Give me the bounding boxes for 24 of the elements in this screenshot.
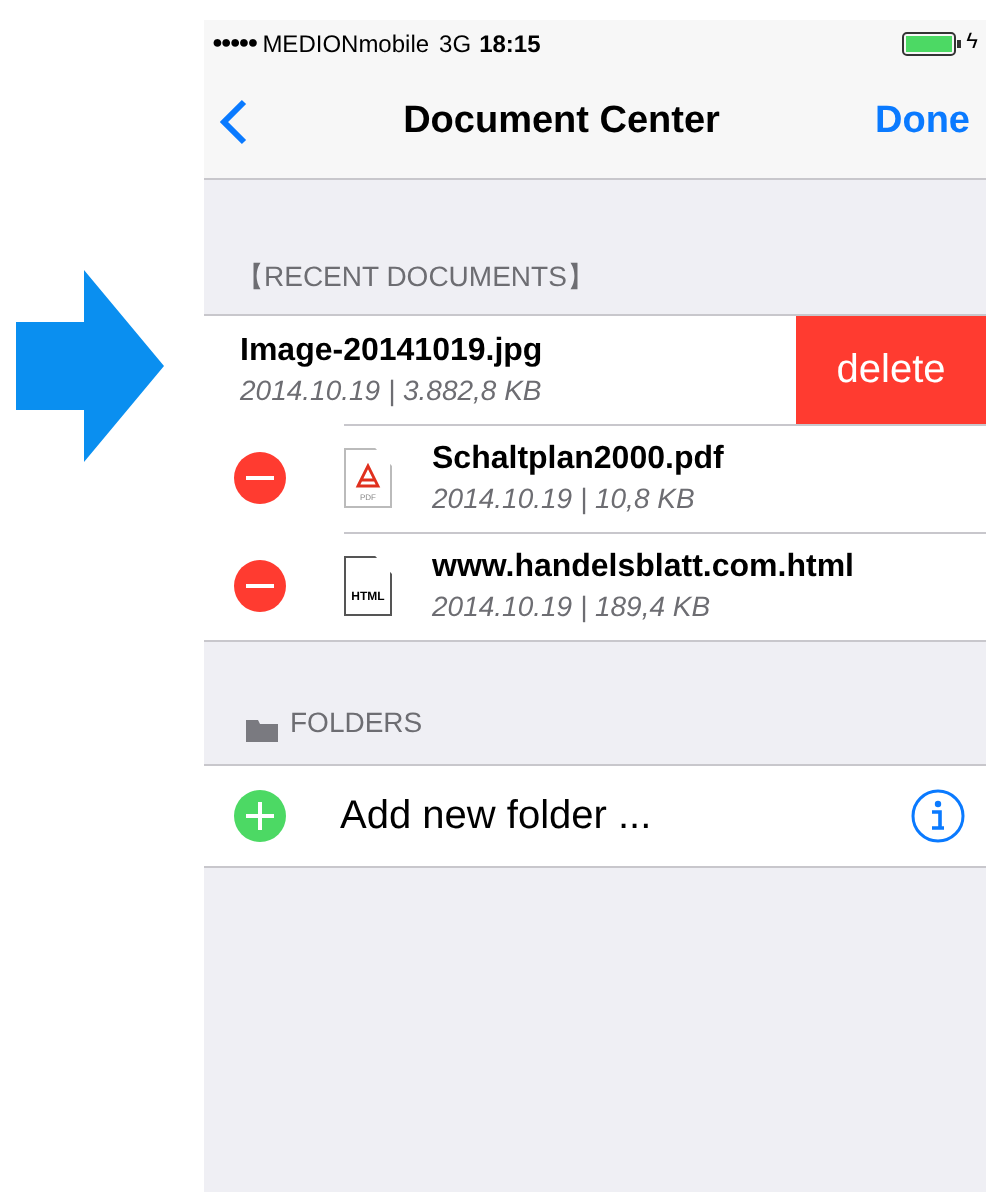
delete-button[interactable]: delete <box>796 316 986 424</box>
status-time: 18:15 <box>479 27 541 61</box>
network-type: 3G <box>439 27 472 61</box>
info-icon[interactable] <box>910 788 966 844</box>
nav-title: Document Center <box>401 97 722 146</box>
section-header: 【RECENT DOCUMENTS】 <box>236 258 595 296</box>
add-icon[interactable] <box>232 788 288 844</box>
file-name[interactable]: Image-20141019.jpg <box>240 332 796 372</box>
done-button[interactable]: Done <box>875 93 970 151</box>
carrier-name: MEDIONmobile <box>262 27 430 61</box>
remove-icon[interactable] <box>232 558 288 614</box>
file-details: 2014.10.19 | 3.882,8 KB <box>240 372 544 408</box>
remove-icon[interactable] <box>232 450 288 506</box>
section-header: FOLDERS <box>290 704 423 742</box>
file-name[interactable]: www.handelsblatt.com.html <box>432 548 986 588</box>
file-details: 2014.10.19 | 10,8 KB <box>432 480 697 516</box>
battery-icon <box>902 31 963 55</box>
charging-icon: ϟ <box>966 26 978 60</box>
file-name[interactable]: Schaltplan2000.pdf <box>432 440 986 480</box>
arrow-icon <box>16 270 164 462</box>
folder-icon <box>244 716 280 744</box>
back-icon[interactable] <box>220 98 248 146</box>
signal-dots: ●●●●● <box>212 29 257 56</box>
file-details: 2014.10.19 | 189,4 KB <box>432 588 713 624</box>
